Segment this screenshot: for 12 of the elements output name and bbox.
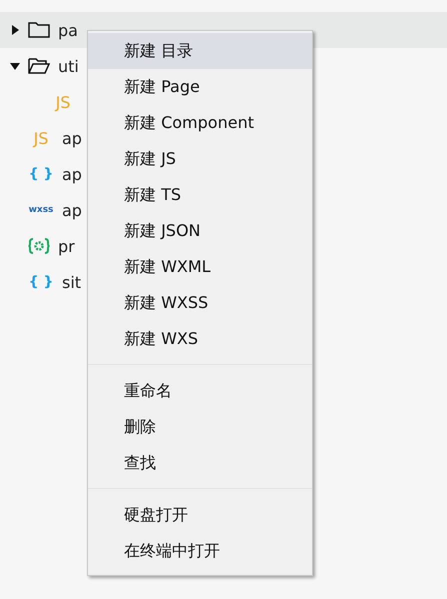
js-file-icon: JS [50, 92, 76, 112]
file-name: ap [62, 164, 82, 184]
braces-icon: { } [28, 274, 54, 290]
braces-icon: { } [28, 166, 54, 182]
js-file-icon: JS [28, 128, 54, 148]
file-name: ap [62, 128, 82, 148]
file-name: sit [62, 272, 82, 292]
file-name: ap [62, 200, 82, 220]
wxss-file-icon: wxss [28, 205, 54, 215]
file-name: uti [58, 56, 79, 76]
file-name: pa [58, 20, 78, 40]
file-name: pr [58, 236, 75, 256]
